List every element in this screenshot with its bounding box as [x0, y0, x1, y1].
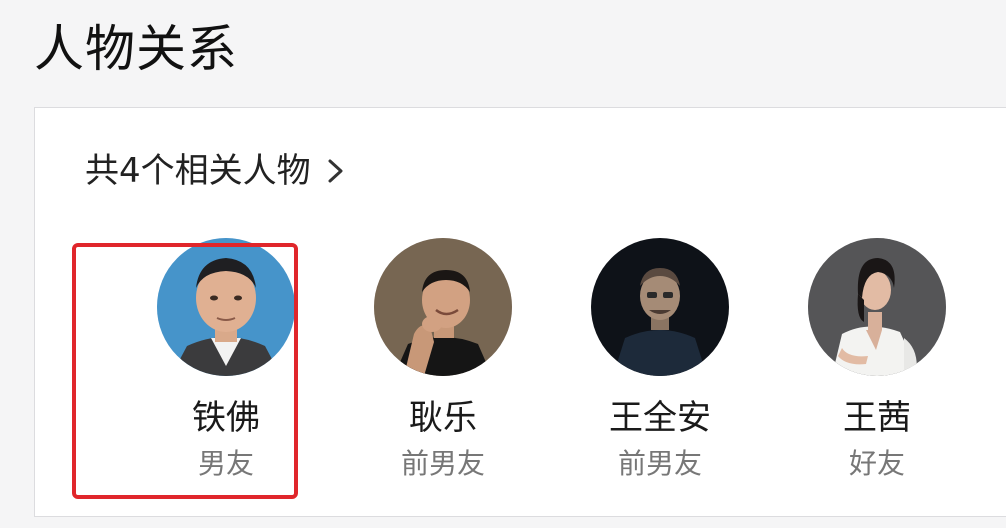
person-photo [591, 238, 729, 376]
person-relation: 男友 [197, 447, 254, 480]
person-card-gengle[interactable]: 耿乐 前男友 [338, 238, 548, 482]
avatar [374, 238, 512, 376]
person-relation: 好友 [848, 447, 905, 480]
avatar [808, 238, 946, 376]
chevron-right-icon [328, 159, 343, 183]
avatar [591, 238, 729, 376]
people-list: 铁佛 男友 耿乐 前男友 王全安 前男友 王茜 好友 [35, 238, 1006, 498]
person-name: 耿乐 [409, 398, 477, 438]
related-people-link[interactable]: 共4个相关人物 [85, 148, 347, 194]
person-relation: 前男友 [617, 447, 702, 480]
person-name: 王全安 [609, 398, 711, 438]
person-name: 铁佛 [192, 398, 260, 438]
related-people-count: 共4个相关人物 [85, 151, 311, 191]
person-photo [157, 238, 295, 376]
person-card-wangquanan[interactable]: 王全安 前男友 [555, 238, 765, 482]
person-relation: 前男友 [400, 447, 485, 480]
person-name: 王茜 [843, 398, 911, 438]
character-relations-page: 人物关系 共4个相关人物 铁佛 男友 耿乐 前男友 王全安 前男友 王茜 好友 [0, 0, 1006, 528]
person-photo [808, 238, 946, 376]
person-photo [374, 238, 512, 376]
relations-card: 共4个相关人物 铁佛 男友 耿乐 前男友 王全安 前男友 王茜 好友 [34, 107, 1006, 517]
section-title: 人物关系 [34, 20, 238, 78]
person-card-wangxi[interactable]: 王茜 好友 [772, 238, 982, 482]
avatar [157, 238, 295, 376]
person-card-tiefo[interactable]: 铁佛 男友 [121, 238, 331, 482]
